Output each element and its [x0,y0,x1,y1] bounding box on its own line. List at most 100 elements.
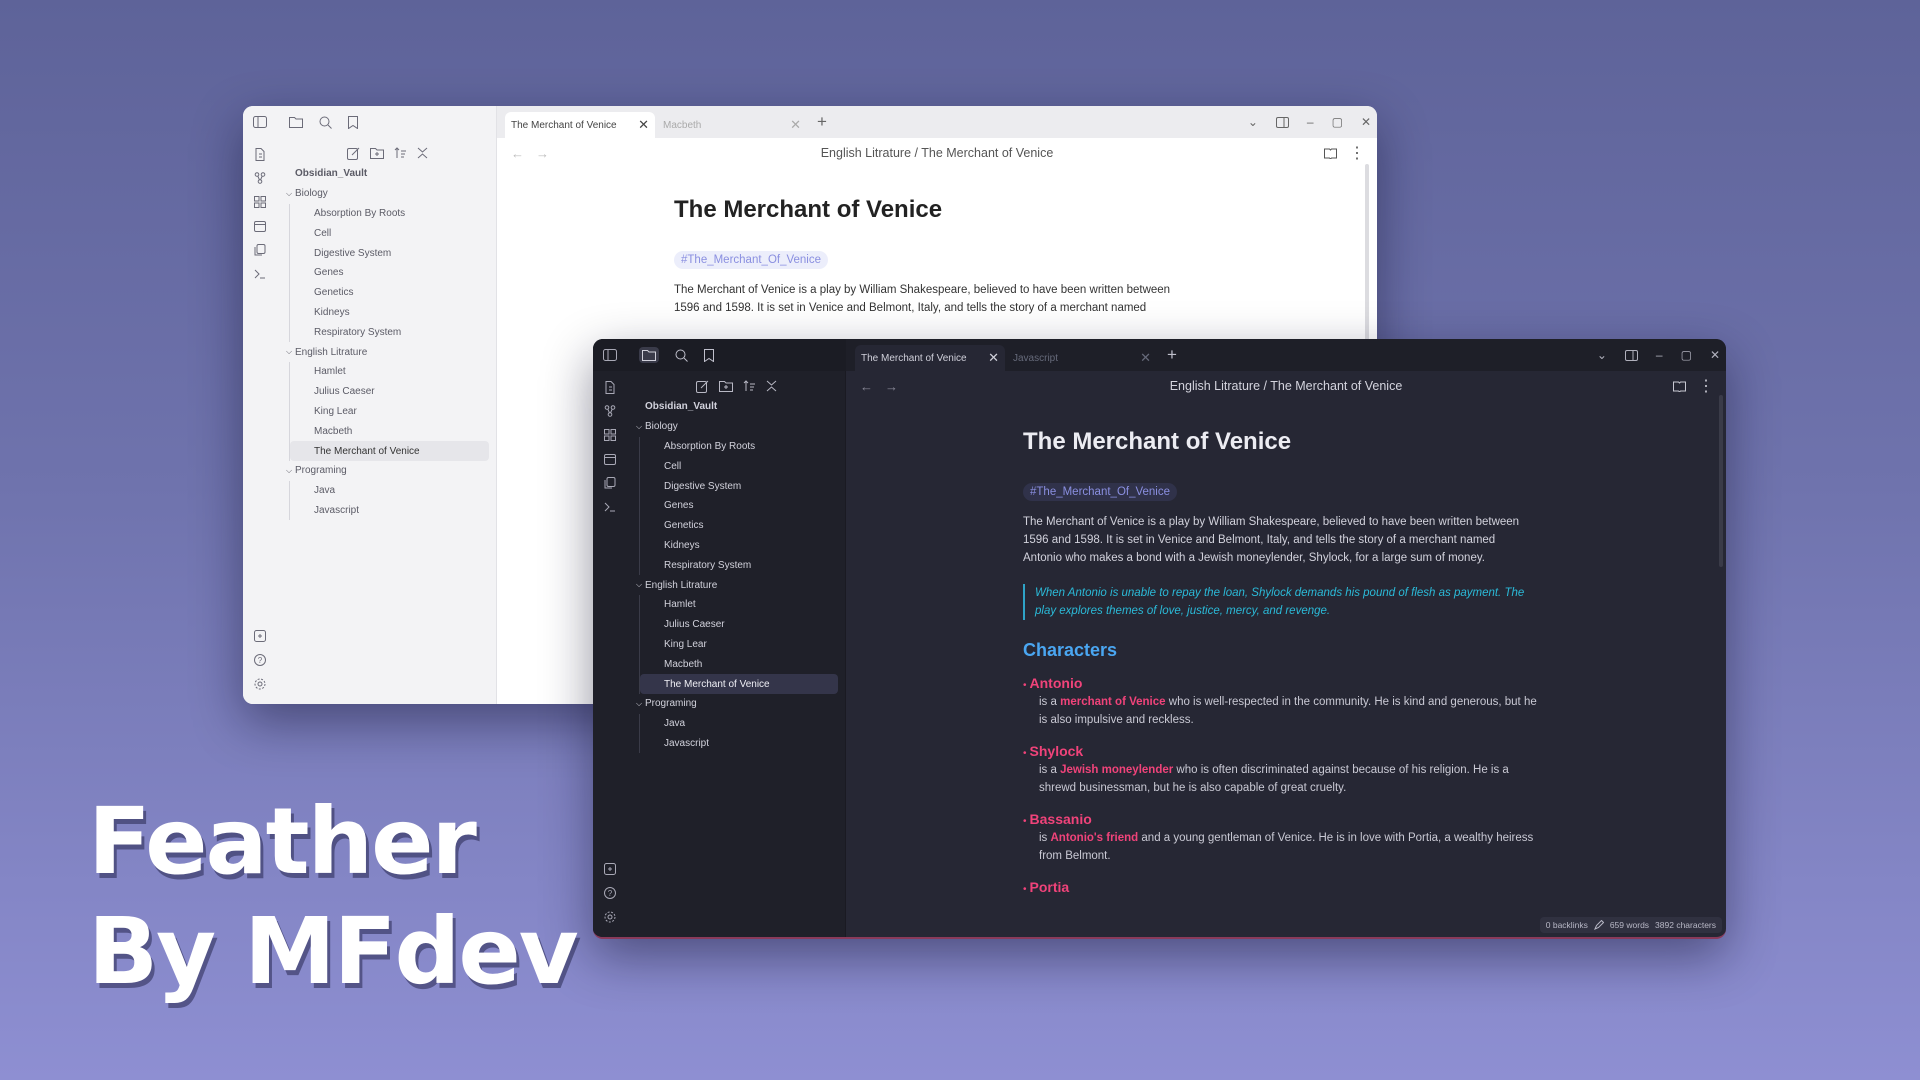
chevron-down-icon[interactable]: ⌵ [283,347,295,357]
breadcrumb-note[interactable]: The Merchant of Venice [1270,379,1402,393]
file-item[interactable]: The Merchant of Venice [290,441,489,461]
help-icon[interactable]: ? [250,650,270,670]
file-item[interactable]: Respiratory System [290,322,489,342]
folder-programing[interactable]: ⌵ Programing [283,461,489,481]
canvas-icon[interactable] [600,425,620,445]
folder-biology[interactable]: ⌵ Biology [283,184,489,204]
breadcrumb-note[interactable]: The Merchant of Venice [921,146,1053,160]
note-tag[interactable]: #The_Merchant_Of_Venice [674,251,829,269]
maximize-icon[interactable]: ▢ [1681,348,1692,362]
file-item[interactable]: Macbeth [640,654,838,674]
chevron-down-icon[interactable]: ⌵ [283,189,295,199]
tab-merchant[interactable]: The Merchant of Venice ✕ [505,112,655,138]
folder-programing[interactable]: ⌵ Programing [633,694,838,714]
terminal-icon[interactable] [250,264,270,284]
new-tab-icon[interactable]: + [817,112,827,132]
bookmark-icon[interactable] [348,115,358,129]
file-item[interactable]: Cell [640,456,838,476]
file-item[interactable]: Digestive System [290,243,489,263]
internal-link[interactable]: merchant of Venice [1060,696,1165,708]
search-icon[interactable] [675,349,688,362]
chevron-down-icon[interactable]: ⌄ [1248,115,1258,129]
graph-icon[interactable] [250,168,270,188]
new-folder-icon[interactable] [369,147,384,159]
minimize-icon[interactable]: – [1656,348,1663,362]
collapse-all-icon[interactable] [766,380,777,392]
note-tag[interactable]: #The_Merchant_Of_Venice [1023,483,1178,501]
file-item[interactable]: Genetics [290,283,489,303]
calendar-icon[interactable] [250,216,270,236]
folder-biology[interactable]: ⌵ Biology [633,417,838,437]
close-icon[interactable]: ✕ [790,117,801,133]
maximize-icon[interactable]: ▢ [1332,115,1343,129]
sidebar-toggle-icon[interactable] [250,112,270,132]
collapse-all-icon[interactable] [417,147,428,159]
tab-macbeth[interactable]: Macbeth ✕ [657,112,807,138]
sidebar-toggle-icon[interactable] [600,345,620,365]
internal-link[interactable]: Jewish moneylender [1060,764,1173,776]
files-icon[interactable] [250,144,270,164]
new-tab-icon[interactable]: + [1167,345,1177,365]
files-icon[interactable] [600,377,620,397]
vault-icon[interactable] [600,859,620,879]
file-item[interactable]: Julius Caeser [640,615,838,635]
file-item[interactable]: Digestive System [640,476,838,496]
file-item[interactable]: Java [640,714,838,734]
file-item[interactable]: Genes [640,496,838,516]
sort-icon[interactable] [743,380,756,392]
close-icon[interactable]: ✕ [638,117,649,133]
chevron-down-icon[interactable]: ⌵ [633,422,645,432]
breadcrumb-folder[interactable]: English Litrature [821,146,911,160]
file-item[interactable]: Genes [290,263,489,283]
minimize-icon[interactable]: – [1307,115,1314,129]
file-item[interactable]: Java [290,481,489,501]
file-item[interactable]: Absorption By Roots [290,204,489,224]
tab-javascript[interactable]: Javascript ✕ [1007,345,1157,371]
new-note-icon[interactable] [346,147,360,160]
vault-icon[interactable] [250,626,270,646]
sort-icon[interactable] [394,147,407,159]
file-item[interactable]: The Merchant of Venice [640,674,838,694]
folder-english-litrature[interactable]: ⌵ English Litrature [633,575,838,595]
vault-name[interactable]: Obsidian_Vault [633,397,838,417]
new-note-icon[interactable] [696,380,709,393]
terminal-icon[interactable] [600,497,620,517]
file-item[interactable]: Kidneys [290,303,489,323]
file-item[interactable]: Hamlet [640,595,838,615]
close-icon[interactable]: ✕ [988,350,999,366]
file-item[interactable]: Hamlet [290,362,489,382]
more-options-icon[interactable]: ⋮ [1698,376,1714,396]
split-view-icon[interactable] [1275,116,1289,128]
folder-icon[interactable] [639,347,659,363]
folder-icon[interactable] [289,116,303,128]
search-icon[interactable] [319,116,332,129]
file-item[interactable]: King Lear [640,635,838,655]
file-item[interactable]: Macbeth [290,421,489,441]
pencil-icon[interactable] [1593,920,1604,930]
calendar-icon[interactable] [600,449,620,469]
canvas-icon[interactable] [250,192,270,212]
copy-icon[interactable] [600,473,620,493]
settings-icon[interactable] [600,907,620,927]
backlinks-count[interactable]: 0 backlinks [1546,920,1588,930]
breadcrumb-folder[interactable]: English Litrature [1170,379,1260,393]
chevron-down-icon[interactable]: ⌄ [1597,348,1607,362]
internal-link[interactable]: Antonio's friend [1051,832,1139,844]
folder-english-litrature[interactable]: ⌵ English Litrature [283,342,489,362]
chevron-down-icon[interactable]: ⌵ [633,699,645,709]
window-close-icon[interactable]: ✕ [1361,115,1371,129]
help-icon[interactable]: ? [600,883,620,903]
reading-view-icon[interactable] [1324,148,1337,159]
file-item[interactable]: Javascript [290,501,489,521]
chevron-down-icon[interactable]: ⌵ [283,466,295,476]
dark-scrollbar[interactable] [1719,395,1723,567]
file-item[interactable]: Javascript [640,734,838,754]
file-item[interactable]: Kidneys [640,536,838,556]
close-icon[interactable]: ✕ [1140,350,1151,366]
settings-icon[interactable] [250,674,270,694]
bookmark-icon[interactable] [704,348,714,362]
file-item[interactable]: Absorption By Roots [640,437,838,457]
split-view-icon[interactable] [1624,349,1638,361]
chevron-down-icon[interactable]: ⌵ [633,580,645,590]
new-folder-icon[interactable] [719,380,733,392]
